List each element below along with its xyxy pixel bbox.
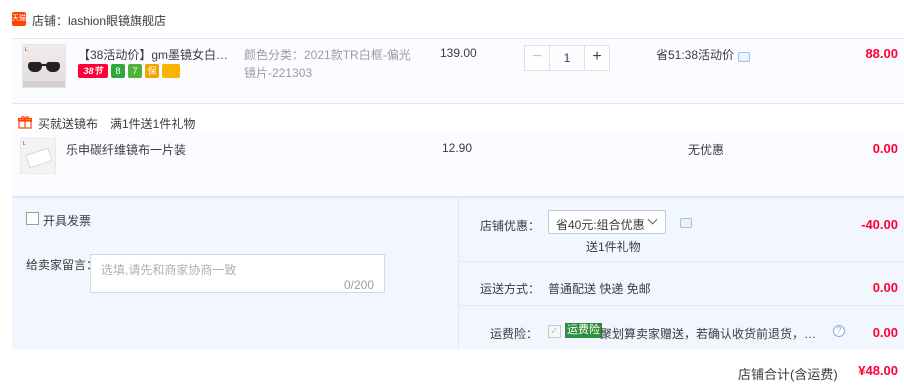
brand-logo-icon: L (23, 141, 26, 147)
shop-name[interactable]: 店铺：lashion眼镜旗舰店 (32, 12, 166, 29)
chat-icon[interactable] (738, 52, 750, 62)
invoice-label[interactable]: 开具发票 (43, 212, 91, 229)
shipping-method: 普通配送 快递 免邮 (548, 282, 651, 296)
badge-38-festival: 38节 (78, 64, 108, 78)
shipping-amount: 0.00 (872, 280, 898, 295)
thumbnail-footer (23, 81, 65, 87)
message-placeholder: 选填,请先和商家协商一致 (101, 263, 237, 277)
chat-icon[interactable] (680, 218, 692, 228)
spec-line: 颜色分类：2021款TR白框-偏光 (244, 48, 411, 62)
shipping-label: 运送方式： (480, 282, 541, 296)
gift-promo: 无优惠 (688, 143, 725, 157)
invoice-checkbox[interactable] (26, 212, 39, 225)
gift-subtotal: 0.00 (872, 141, 898, 156)
message-char-count: 0/200 (344, 278, 375, 292)
insurance-amount: 0.00 (872, 325, 898, 340)
badge-tag-icon: 8 (111, 64, 125, 78)
gift-promo-text: 买就送镜布 满1件送1件礼物 (38, 117, 196, 131)
quantity-stepper: − 1 + (524, 45, 610, 71)
gift-unit-price: 12.90 (442, 141, 473, 155)
gift-icon (18, 116, 32, 129)
qty-minus-button[interactable]: − (524, 45, 550, 71)
row-divider (458, 305, 904, 306)
insurance-description: 聚划算卖家赠送，若确认收货前退货，可获得运费险赔付 (600, 327, 828, 341)
qty-plus-button[interactable]: + (584, 45, 610, 71)
shop-total-amount: ¥48.00 (858, 363, 898, 378)
shop-icon: 天猫 (12, 12, 26, 26)
discount-gift-note: 送1件礼物 (586, 240, 641, 254)
insurance-tag: 运费险 (565, 323, 602, 338)
discount-amount: -40.00 (861, 217, 898, 232)
unit-price: 139.00 (440, 46, 477, 60)
shop-total-label: 店铺合计(含运费) (738, 367, 838, 382)
product-badges: 38节 8 7 保 (78, 64, 180, 78)
insurance-label: 运费险： (490, 327, 539, 341)
badge-card-icon (162, 64, 180, 78)
gift-thumbnail[interactable]: L (20, 138, 56, 174)
spec-line: 镜片-221303 (244, 66, 313, 80)
discount-selected-value[interactable]: 省40元:组合优惠 (556, 216, 645, 233)
message-label: 给卖家留言： (26, 258, 99, 272)
badge-seven-day-icon: 7 (128, 64, 142, 78)
product-thumbnail[interactable]: L (22, 44, 66, 88)
badge-guarantee-icon: 保 (145, 64, 159, 78)
lens-right-icon (46, 62, 60, 72)
panel-divider (458, 197, 459, 349)
promo-text: 省51:38活动价 (656, 48, 735, 62)
cloth-icon (25, 147, 53, 169)
gift-title[interactable]: 乐申碳纤维镜布一片装 (66, 141, 186, 158)
qty-input[interactable]: 1 (550, 45, 584, 71)
lens-left-icon (28, 62, 42, 72)
discount-label: 店铺优惠： (480, 219, 541, 233)
insurance-checkbox: ✓ (548, 325, 561, 338)
product-spec: 颜色分类：2021款TR白框-偏光 镜片-221303 (244, 46, 414, 82)
brand-logo-icon: L (25, 47, 28, 53)
product-title[interactable]: 【38活动价】gm墨镜女白色圆框偏光太阳镜 (78, 46, 238, 63)
item-subtotal: 88.00 (865, 46, 898, 61)
row-divider (458, 261, 904, 262)
